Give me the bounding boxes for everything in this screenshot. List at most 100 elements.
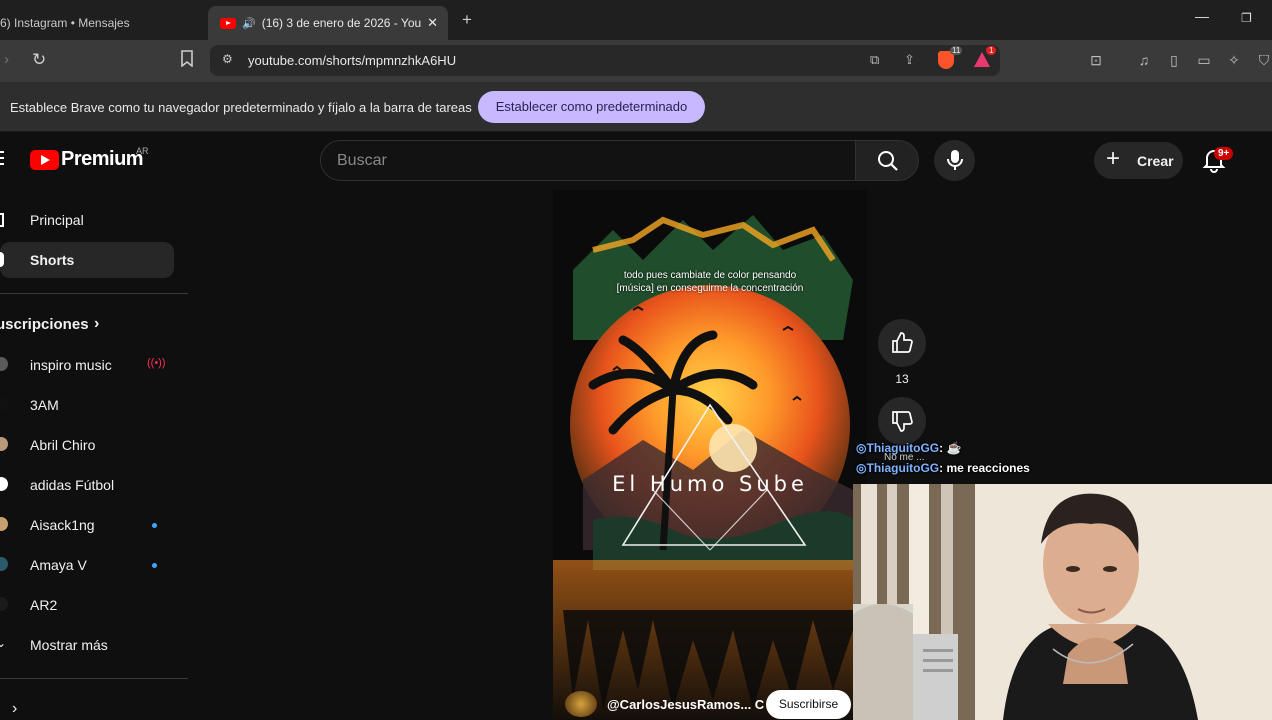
channel-avatar <box>0 557 8 571</box>
bookmark-icon[interactable] <box>180 50 194 71</box>
set-default-button[interactable]: Establecer como predeterminado <box>478 91 705 123</box>
channel-avatar[interactable] <box>565 691 597 717</box>
brave-shields-badge: 11 <box>950 46 963 55</box>
new-content-dot <box>152 523 157 528</box>
dislike-button[interactable] <box>878 397 926 445</box>
microphone-icon <box>947 150 963 170</box>
subscription-label: inspiro music <box>30 357 112 373</box>
wallet-icon[interactable]: ▭ <box>1196 52 1212 68</box>
channel-name[interactable]: @CarlosJesusRamos... C <box>607 697 764 712</box>
sidebar-divider <box>0 678 188 679</box>
verified-icon: ◎ <box>856 461 867 475</box>
search-icon <box>878 151 898 171</box>
subscription-label: AR2 <box>30 597 58 613</box>
search-button[interactable] <box>855 140 919 181</box>
video-title-overlay: El Humo Sube <box>612 472 808 496</box>
plus-icon: + <box>1106 145 1121 172</box>
subscription-label: 3AM <box>30 397 59 413</box>
subscription-label: Amaya V <box>30 557 87 573</box>
create-button[interactable]: + Crear <box>1094 142 1183 179</box>
sidebar-subscription-item[interactable]: Amaya V <box>0 547 174 583</box>
leo-ai-icon[interactable]: ✧ <box>1226 52 1242 68</box>
restore-button[interactable]: ❐ <box>1241 11 1252 25</box>
tab-search-icon[interactable]: ⊡ <box>1088 52 1104 68</box>
youtube-favicon-icon <box>220 17 236 29</box>
notification-badge: 9+ <box>1214 147 1234 160</box>
tab-instagram[interactable]: (6) Instagram • Mensajes <box>0 6 200 40</box>
sidebar-subscription-item[interactable]: Aisack1ng <box>0 507 174 543</box>
show-more-button[interactable]: ⌄ Mostrar más <box>0 627 174 663</box>
thumbs-up-icon <box>892 332 913 353</box>
channel-avatar <box>0 597 8 611</box>
forward-icon[interactable]: › <box>4 51 9 68</box>
youtube-play-icon <box>30 149 59 170</box>
infobar-message: Establece Brave como tu navegador predet… <box>10 100 472 115</box>
menu-icon[interactable] <box>0 151 4 165</box>
cast-icon[interactable]: ⧉ <box>870 52 879 68</box>
chat-username: ThiaguitoGG <box>866 461 940 475</box>
subscriptions-header[interactable]: uscripciones › <box>0 315 99 333</box>
webcam-overlay <box>853 484 1272 720</box>
sidebar-item-principal[interactable]: Principal <box>0 202 174 238</box>
chat-text: ☕ <box>943 441 962 455</box>
subscription-label: Abril Chiro <box>30 437 96 453</box>
channel-info[interactable]: @CarlosJesusRamos... C <box>565 690 764 718</box>
channel-avatar <box>0 357 8 371</box>
voice-search-button[interactable] <box>934 140 975 181</box>
channel-avatar <box>0 477 8 491</box>
new-tab-button[interactable]: + <box>462 10 472 30</box>
brave-rewards-badge: 1 <box>986 46 997 55</box>
tab-close-icon[interactable]: ✕ <box>427 15 438 31</box>
sidebar-item-label: Principal <box>30 212 84 228</box>
chevron-right-icon[interactable]: › <box>12 700 17 718</box>
video-caption: todo pues cambiate de color pensando [mú… <box>553 269 867 295</box>
country-code: AR <box>136 146 149 156</box>
chevron-right-icon: › <box>94 315 100 332</box>
sidebar-toggle-icon[interactable]: ▯ <box>1166 52 1182 68</box>
streamer-webcam-image <box>853 484 1272 720</box>
channel-avatar <box>0 437 8 451</box>
sidebar-subscription-item[interactable]: inspiro music ((•)) <box>0 347 174 383</box>
home-icon <box>0 213 4 227</box>
tab-title: (16) 3 de enero de 2026 - You <box>261 16 422 30</box>
create-label: Crear <box>1137 153 1174 169</box>
sidebar-item-label: Shorts <box>30 252 75 268</box>
sidebar-subscription-item[interactable]: AR2 <box>0 587 174 623</box>
search-input[interactable]: Buscar <box>320 140 856 181</box>
site-settings-icon[interactable]: ⚙ <box>222 52 233 66</box>
navigation-bar: › ↻ ⚙ youtube.com/shorts/mpmnzhkA6HU ⧉ ⇪… <box>0 40 1272 82</box>
speaker-icon[interactable]: 🔊 <box>242 17 256 30</box>
short-video-player[interactable]: todo pues cambiate de color pensando [mú… <box>553 190 867 720</box>
sidebar-subscription-item[interactable]: 3AM <box>0 387 174 423</box>
subscription-label: Aisack1ng <box>30 517 95 533</box>
default-browser-infobar: Establece Brave como tu navegador predet… <box>0 82 1272 132</box>
tab-strip: (6) Instagram • Mensajes 🔊 (16) 3 de ene… <box>0 0 1272 40</box>
like-button[interactable] <box>878 319 926 367</box>
subscribe-button[interactable]: Suscribirse <box>766 690 851 719</box>
url-text: youtube.com/shorts/mpmnzhkA6HU <box>248 53 457 68</box>
tab-title: (6) Instagram • Mensajes <box>0 16 130 30</box>
address-bar[interactable]: ⚙ youtube.com/shorts/mpmnzhkA6HU ⧉ ⇪ 11 … <box>210 45 1000 76</box>
minimize-button[interactable]: — <box>1195 8 1209 24</box>
show-more-label: Mostrar más <box>30 637 108 653</box>
youtube-premium-logo[interactable]: Premium <box>30 148 144 171</box>
like-count: 13 <box>895 372 909 386</box>
channel-avatar <box>0 517 8 531</box>
share-icon[interactable]: ⇪ <box>904 52 915 68</box>
sidebar-subscription-item[interactable]: Abril Chiro <box>0 427 174 463</box>
subscriptions-title: uscripciones <box>0 316 89 333</box>
tab-youtube[interactable]: 🔊 (16) 3 de enero de 2026 - You ✕ <box>208 6 448 40</box>
caption-line: [música] en conseguirme la concentración <box>616 283 804 294</box>
chat-text: me reacciones <box>943 461 1030 475</box>
sidebar-item-shorts[interactable]: Shorts <box>0 242 174 278</box>
new-content-dot <box>152 563 157 568</box>
verified-icon: ◎ <box>856 441 867 455</box>
vpn-icon[interactable]: ⛉ <box>1256 52 1272 68</box>
media-icon[interactable]: ♫ <box>1136 52 1152 68</box>
sidebar-subscription-item[interactable]: adidas Fútbol <box>0 467 174 503</box>
chevron-down-icon: ⌄ <box>0 636 7 650</box>
live-icon: ((•)) <box>147 357 166 369</box>
shorts-icon <box>0 252 4 267</box>
subscription-label: adidas Fútbol <box>30 477 115 493</box>
reload-icon[interactable]: ↻ <box>32 50 46 70</box>
